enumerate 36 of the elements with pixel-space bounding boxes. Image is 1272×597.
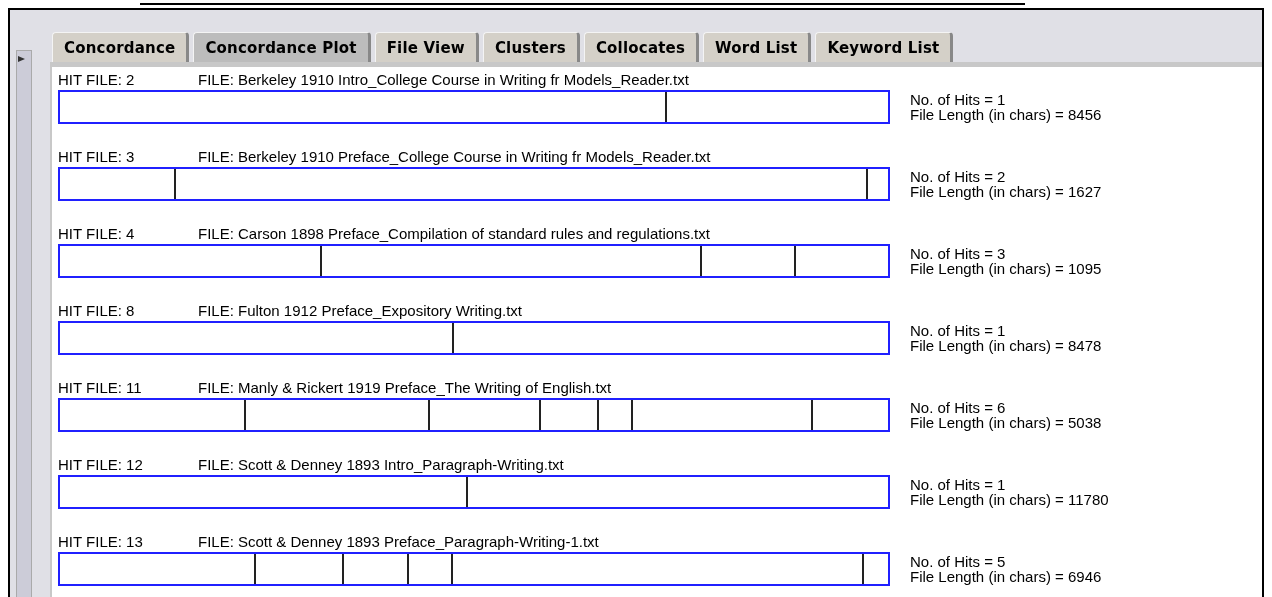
- tab[interactable]: Concordance: [52, 32, 190, 62]
- hit-count: No. of Hits = 1: [910, 323, 1007, 338]
- hit-file-number: HIT FILE: 11: [58, 378, 143, 398]
- hit-count: No. of Hits = 2: [910, 169, 1007, 184]
- hit-file-number: HIT FILE: 8: [58, 301, 136, 321]
- file-length: File Length (in chars) = 8456: [910, 107, 1102, 122]
- hit-count: No. of Hits = 1: [910, 92, 1007, 107]
- hit-count: No. of Hits = 5: [910, 554, 1007, 569]
- hit-file-number: HIT FILE: 2: [58, 70, 136, 90]
- tab[interactable]: Keyword List: [815, 32, 954, 62]
- tab[interactable]: Concordance Plot: [193, 32, 371, 62]
- file-name: FILE: Berkeley 1910 Intro_College Course in Writing fr Models_Reader.txt: [198, 70, 689, 90]
- file-length: File Length (in chars) = 1095: [910, 261, 1102, 276]
- file-length: File Length (in chars) = 5038: [910, 415, 1102, 430]
- hit-count: No. of Hits = 6: [910, 400, 1007, 415]
- tab[interactable]: Word List: [703, 32, 812, 62]
- file-name: FILE: Scott & Denney 1893 Preface_Paragraph-Writing-1.txt: [198, 532, 599, 552]
- hit-file-number: HIT FILE: 13: [58, 532, 144, 552]
- hit-file-number: HIT FILE: 12: [58, 455, 144, 475]
- hit-file-number: HIT FILE: 3: [58, 147, 136, 167]
- hit-file-number: HIT FILE: 4: [58, 224, 136, 244]
- hit-count: No. of Hits = 3: [910, 246, 1007, 261]
- tab[interactable]: Clusters: [482, 32, 580, 62]
- tab[interactable]: File View: [374, 32, 479, 62]
- file-length: File Length (in chars) = 11780: [910, 492, 1109, 507]
- file-length: File Length (in chars) = 8478: [910, 338, 1102, 353]
- tab[interactable]: Collocates: [583, 32, 700, 62]
- file-name: FILE: Fulton 1912 Preface_Expository Writing.txt: [198, 301, 523, 321]
- file-name: FILE: Manly & Rickert 1919 Preface_The Writing of English.txt: [198, 378, 612, 398]
- arrow-icon: [18, 55, 26, 63]
- file-name: FILE: Carson 1898 Preface_Compilation of standard rules and regulations.txt: [198, 224, 710, 244]
- file-name: FILE: Scott & Denney 1893 Intro_Paragraph-Writing.txt: [198, 455, 564, 475]
- hit-count: No. of Hits = 1: [910, 477, 1007, 492]
- file-name: FILE: Berkeley 1910 Preface_College Course in Writing fr Models_Reader.txt: [198, 147, 711, 167]
- file-length: File Length (in chars) = 1627: [910, 184, 1102, 199]
- file-length: File Length (in chars) = 6946: [910, 569, 1102, 584]
